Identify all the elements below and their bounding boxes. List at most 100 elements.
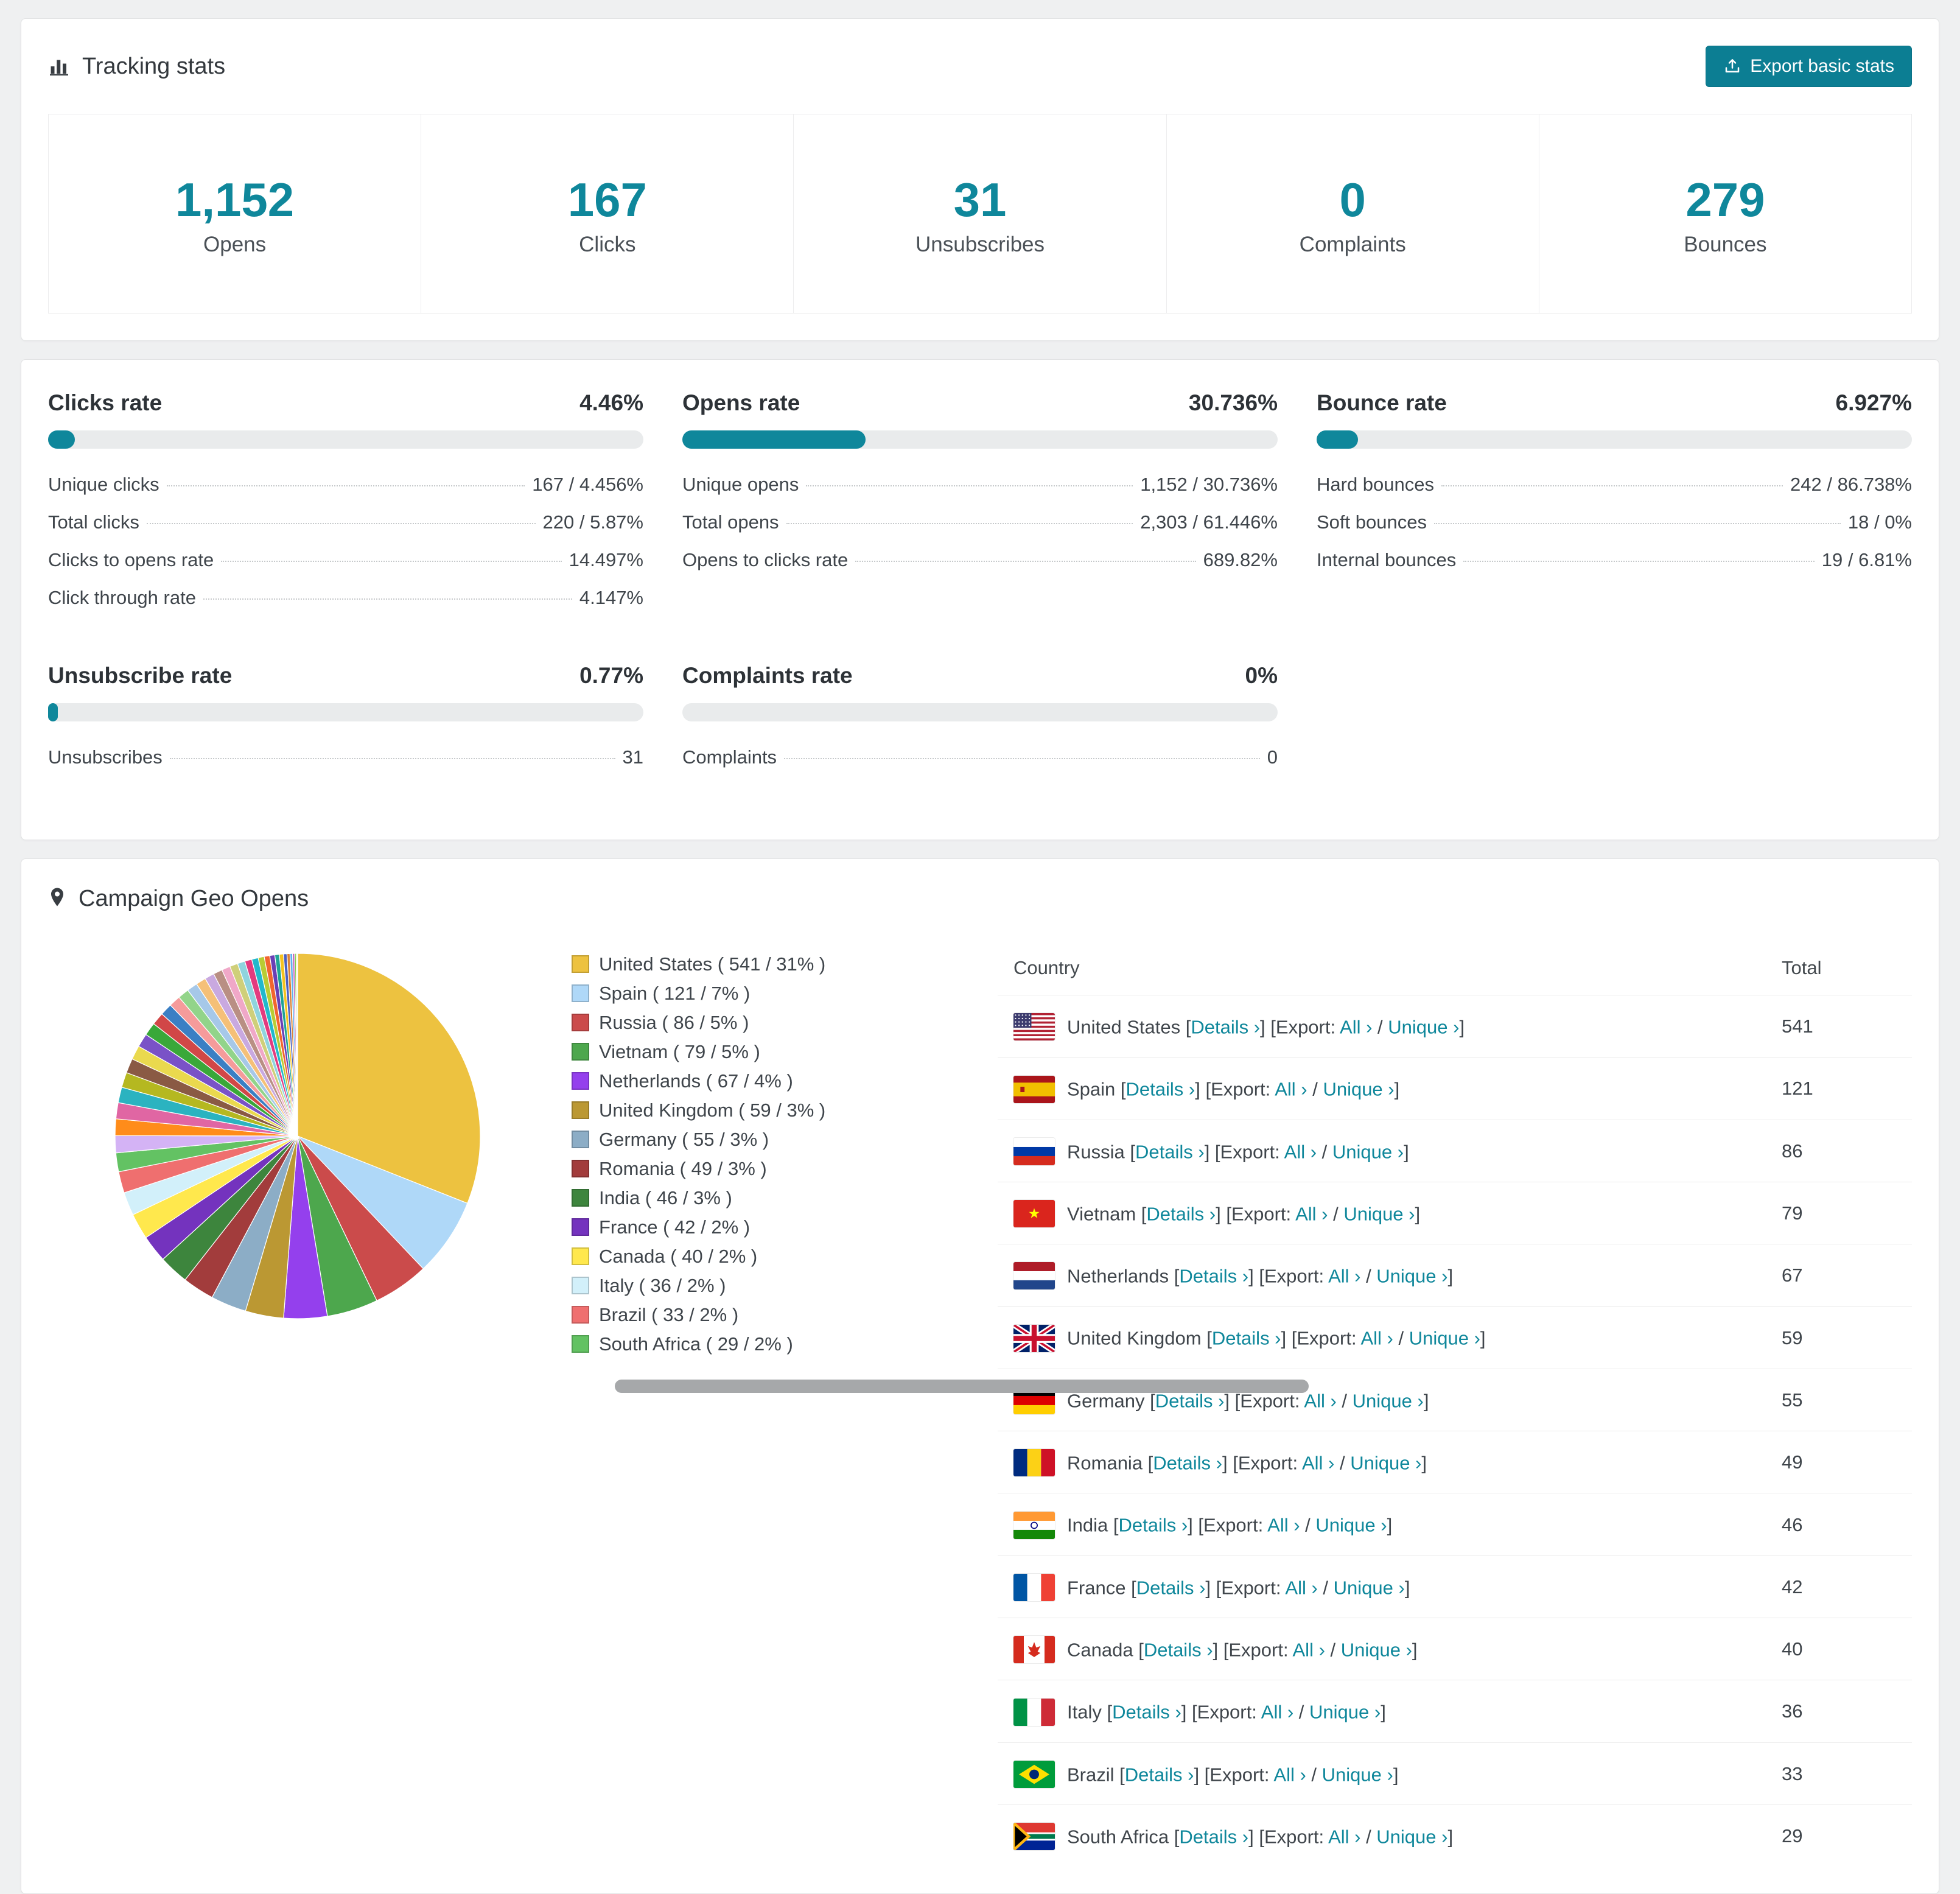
rate-detail-label: Total clicks (48, 511, 139, 533)
details-link[interactable]: Details › (1212, 1328, 1281, 1349)
rate-progressbar (682, 703, 1278, 721)
export-all-link[interactable]: All › (1360, 1328, 1393, 1349)
dotted-leader (147, 523, 536, 524)
legend-swatch (572, 1131, 589, 1148)
rate-detail-label: Internal bounces (1317, 549, 1456, 571)
country-name: Romania (1067, 1452, 1143, 1473)
dotted-leader (1441, 485, 1783, 486)
stat-value: 279 (1539, 175, 1911, 225)
export-unique-link[interactable]: Unique › (1323, 1079, 1394, 1100)
export-all-link[interactable]: All › (1261, 1702, 1293, 1723)
export-unique-link[interactable]: Unique › (1332, 1141, 1404, 1162)
details-link[interactable]: Details › (1144, 1639, 1213, 1660)
export-unique-link[interactable]: Unique › (1315, 1515, 1387, 1536)
legend-label: India ( 46 / 3% ) (599, 1187, 732, 1209)
export-unique-link[interactable]: Unique › (1388, 1016, 1459, 1037)
rate-detail-row: Unique opens1,152 / 30.736% (682, 466, 1278, 503)
export-unique-link[interactable]: Unique › (1341, 1639, 1412, 1660)
geo-table-row-india: India [Details ›] [Export: All › / Uniqu… (998, 1493, 1912, 1556)
export-all-link[interactable]: All › (1273, 1764, 1306, 1785)
geo-table-row-france: France [Details ›] [Export: All › / Uniq… (998, 1556, 1912, 1618)
export-all-link[interactable]: All › (1328, 1826, 1360, 1847)
export-all-link[interactable]: All › (1275, 1079, 1307, 1100)
country-total: 40 (1766, 1618, 1912, 1680)
details-link[interactable]: Details › (1179, 1265, 1248, 1286)
details-link[interactable]: Details › (1191, 1016, 1260, 1037)
rate-detail-label: Unique clicks (48, 474, 159, 496)
horizontal-scrollbar-thumb[interactable] (615, 1380, 1309, 1393)
rate-head: Complaints rate0% (682, 663, 1278, 689)
export-all-link[interactable]: All › (1293, 1639, 1325, 1660)
export-unique-link[interactable]: Unique › (1343, 1203, 1415, 1224)
export-prefix: Export: (1221, 1577, 1281, 1598)
flag-vn-icon (1013, 1200, 1055, 1227)
rate-detail-value: 689.82% (1203, 549, 1278, 571)
export-prefix: Export: (1220, 1141, 1280, 1162)
geo-table-row-netherlands: Netherlands [Details ›] [Export: All › /… (998, 1244, 1912, 1307)
export-all-link[interactable]: All › (1295, 1203, 1328, 1224)
export-all-link[interactable]: All › (1267, 1515, 1300, 1536)
country-cell: Germany [Details ›] [Export: All › / Uni… (998, 1369, 1766, 1431)
details-link[interactable]: Details › (1146, 1203, 1216, 1224)
details-link[interactable]: Details › (1153, 1452, 1222, 1473)
legend-swatch (572, 984, 589, 1002)
country-total: 121 (1766, 1057, 1912, 1120)
export-all-link[interactable]: All › (1328, 1265, 1360, 1286)
legend-item-vietnam: Vietnam ( 79 / 5% ) (572, 1037, 998, 1067)
flag-us-icon (1013, 1013, 1055, 1040)
details-link[interactable]: Details › (1118, 1515, 1188, 1536)
summary-stat-clicks: 167Clicks (421, 114, 794, 313)
export-unique-link[interactable]: Unique › (1353, 1390, 1424, 1411)
country-name: India (1067, 1515, 1108, 1536)
export-unique-link[interactable]: Unique › (1376, 1265, 1447, 1286)
details-link[interactable]: Details › (1155, 1390, 1225, 1411)
export-prefix: Export: (1264, 1826, 1324, 1847)
country-name: South Africa (1067, 1826, 1169, 1847)
dotted-leader (786, 523, 1133, 524)
details-link[interactable]: Details › (1125, 1764, 1194, 1785)
country-cell: Vietnam [Details ›] [Export: All › / Uni… (998, 1182, 1766, 1244)
dotted-leader (806, 485, 1133, 486)
details-link[interactable]: Details › (1136, 1577, 1206, 1598)
rate-detail-value: 31 (623, 746, 643, 768)
stat-label: Bounces (1539, 233, 1911, 257)
export-all-link[interactable]: All › (1284, 1141, 1317, 1162)
details-link[interactable]: Details › (1112, 1702, 1181, 1723)
export-prefix: Export: (1197, 1702, 1257, 1723)
rate-detail-row: Total clicks220 / 5.87% (48, 503, 643, 541)
rate-detail-row: Unique clicks167 / 4.456% (48, 466, 643, 503)
details-link[interactable]: Details › (1126, 1079, 1195, 1100)
geo-table-row-romania: Romania [Details ›] [Export: All › / Uni… (998, 1431, 1912, 1493)
details-link[interactable]: Details › (1135, 1141, 1205, 1162)
legend-label: United States ( 541 / 31% ) (599, 953, 825, 975)
export-unique-link[interactable]: Unique › (1322, 1764, 1393, 1785)
stat-label: Unsubscribes (794, 233, 1166, 257)
export-all-link[interactable]: All › (1304, 1390, 1336, 1411)
legend-swatch (572, 1014, 589, 1031)
country-total: 29 (1766, 1805, 1912, 1867)
export-unique-link[interactable]: Unique › (1409, 1328, 1480, 1349)
export-basic-stats-button[interactable]: Export basic stats (1706, 46, 1912, 87)
flag-it-icon (1013, 1699, 1055, 1726)
legend-label: Romania ( 49 / 3% ) (599, 1158, 767, 1180)
export-unique-link[interactable]: Unique › (1309, 1702, 1381, 1723)
rate-title: Bounce rate (1317, 390, 1447, 416)
legend-item-france: France ( 42 / 2% ) (572, 1213, 998, 1242)
export-unique-link[interactable]: Unique › (1334, 1577, 1405, 1598)
details-link[interactable]: Details › (1179, 1826, 1248, 1847)
stat-value: 0 (1167, 175, 1539, 225)
country-total: 42 (1766, 1556, 1912, 1618)
dotted-leader (203, 598, 572, 600)
legend-label: Netherlands ( 67 / 4% ) (599, 1070, 793, 1092)
legend-swatch (572, 1277, 589, 1294)
export-unique-link[interactable]: Unique › (1350, 1452, 1421, 1473)
dotted-leader (855, 561, 1195, 562)
tracking-stats-title-text: Tracking stats (82, 54, 225, 80)
export-all-link[interactable]: All › (1340, 1016, 1372, 1037)
export-all-link[interactable]: All › (1285, 1577, 1317, 1598)
export-all-link[interactable]: All › (1302, 1452, 1334, 1473)
rate-detail-label: Unsubscribes (48, 746, 163, 768)
export-prefix: Export: (1209, 1764, 1269, 1785)
rate-value: 4.46% (579, 390, 643, 416)
export-unique-link[interactable]: Unique › (1376, 1826, 1447, 1847)
